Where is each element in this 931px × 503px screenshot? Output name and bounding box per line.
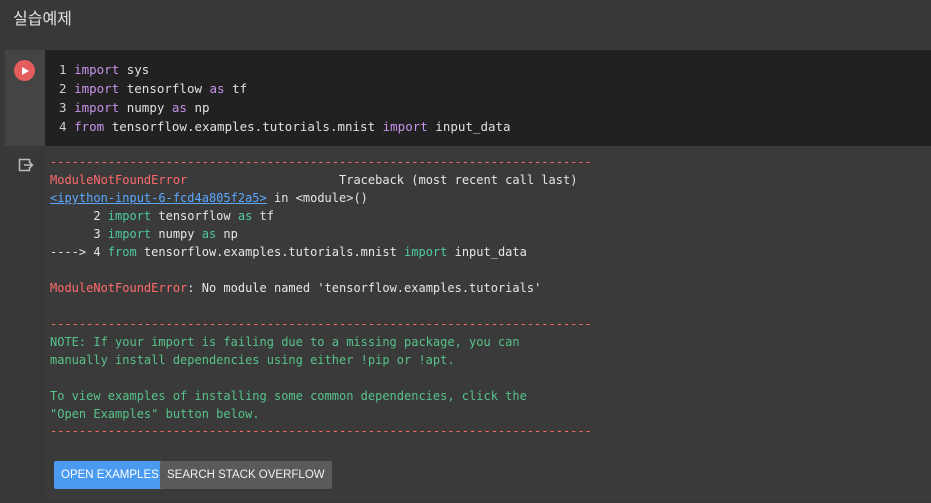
note-text: NOTE: If your import is failing due to a… — [50, 335, 520, 349]
code-line: 3 import numpy as np — [59, 100, 210, 115]
traceback-line: 2 import tensorflow as tf — [50, 209, 274, 223]
output-gutter — [5, 146, 45, 500]
separator-line: ----------------------------------------… — [50, 155, 592, 169]
run-cell-button[interactable] — [14, 60, 35, 81]
code-line: 1 import sys — [59, 62, 150, 77]
traceback-location: <ipython-input-6-fcd4a805f2a5> in <modul… — [50, 191, 368, 205]
traceback-header: ModuleNotFoundError Traceback (most rece… — [50, 171, 577, 189]
traceback-line-current: ----> 4 from tensorflow.examples.tutoria… — [50, 245, 527, 259]
output-exit-icon[interactable] — [18, 157, 34, 173]
code-line: 4 from tensorflow.examples.tutorials.mni… — [59, 119, 511, 134]
ipython-input-link[interactable]: <ipython-input-6-fcd4a805f2a5> — [50, 191, 267, 205]
note-text: "Open Examples" button below. — [50, 407, 260, 421]
open-examples-button[interactable]: OPEN EXAMPLES — [54, 461, 166, 489]
note-text: To view examples of installing some comm… — [50, 389, 527, 403]
traceback-label: Traceback (most recent call last) — [339, 173, 578, 187]
separator-line: ----------------------------------------… — [50, 424, 592, 438]
separator-line: ----------------------------------------… — [50, 317, 592, 331]
play-icon — [21, 66, 29, 75]
code-line: 2 import tensorflow as tf — [59, 81, 248, 96]
search-stack-overflow-button[interactable]: SEARCH STACK OVERFLOW — [160, 461, 332, 489]
error-name: ModuleNotFoundError — [50, 173, 188, 187]
code-editor[interactable]: 1 import sys 2 import tensorflow as tf 3… — [45, 50, 931, 146]
error-message: ModuleNotFoundError: No module named 'te… — [50, 281, 542, 295]
section-title: 실습예제 — [13, 9, 72, 28]
code-cell: 1 import sys 2 import tensorflow as tf 3… — [5, 50, 931, 500]
traceback-line: 3 import numpy as np — [50, 227, 238, 241]
cell-gutter — [5, 50, 45, 146]
note-text: manually install dependencies using eith… — [50, 353, 455, 367]
